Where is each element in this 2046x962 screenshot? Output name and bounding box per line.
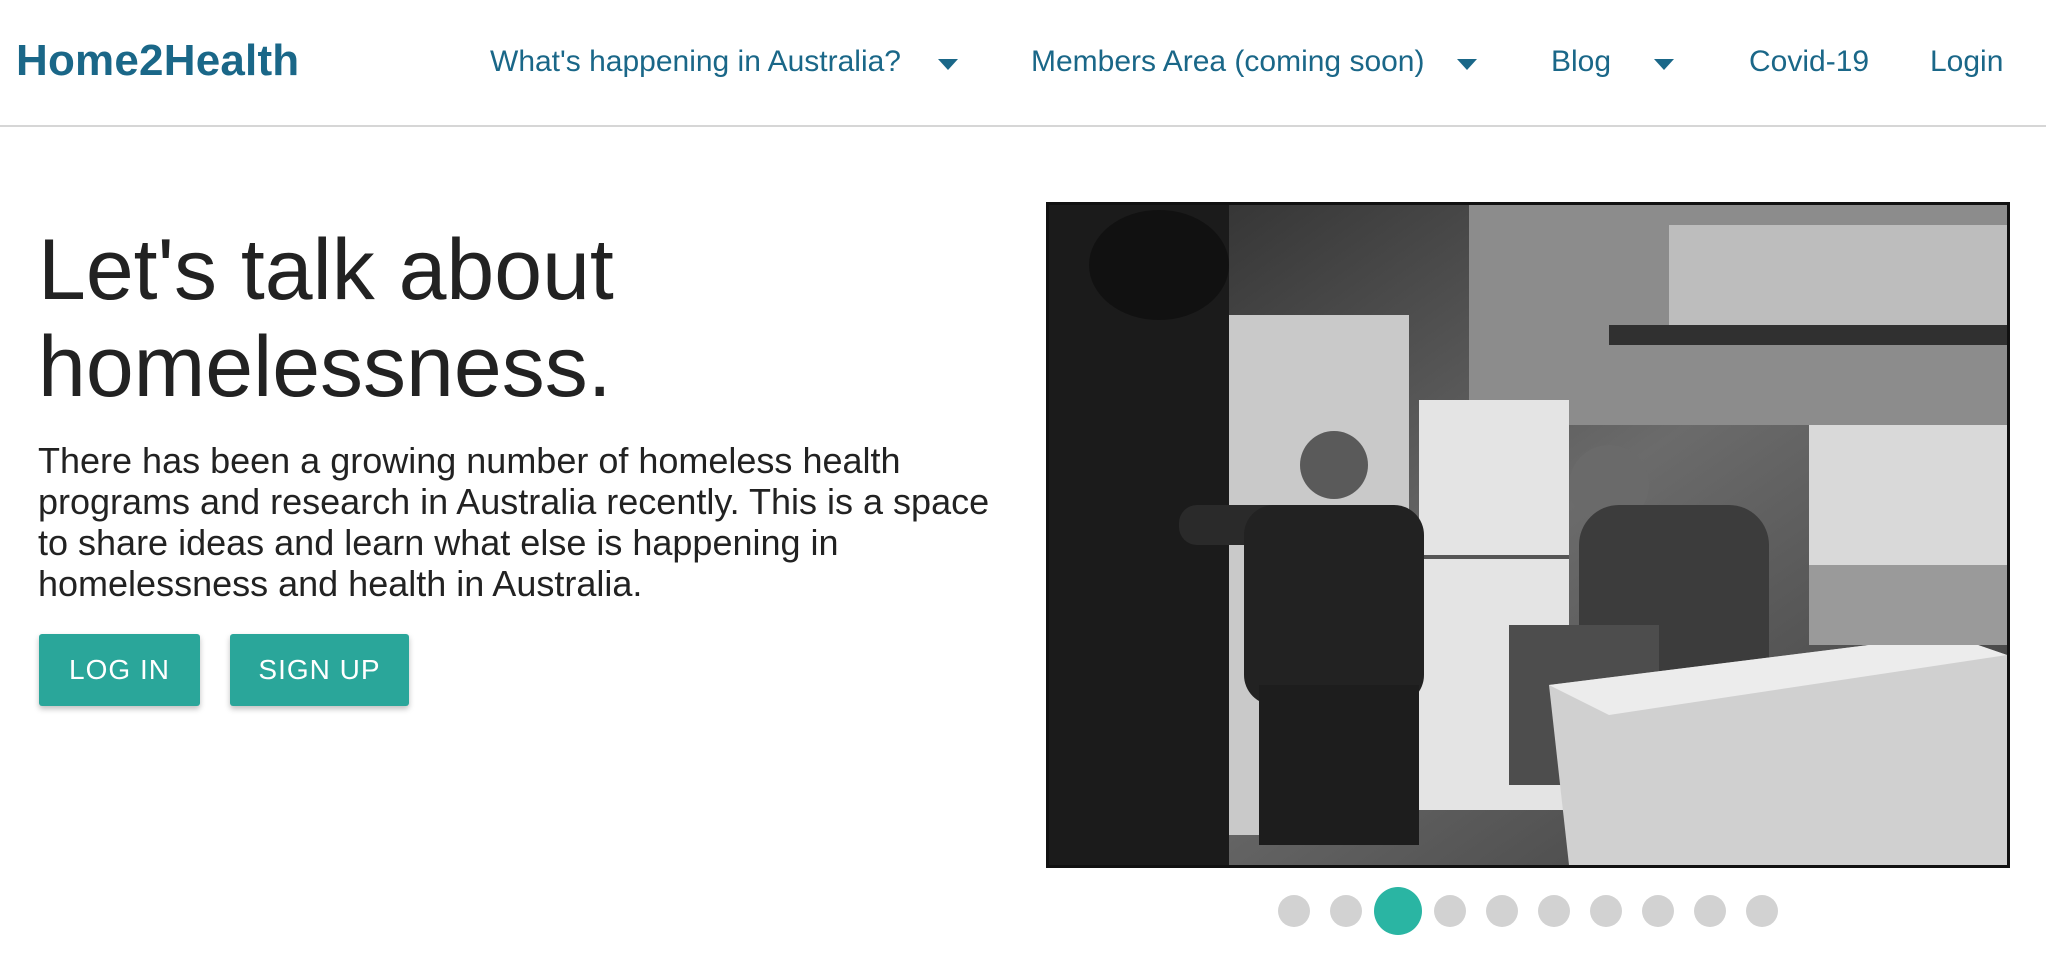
- carousel-dot-4[interactable]: [1434, 895, 1466, 927]
- sign-up-button[interactable]: SIGN UP: [230, 634, 409, 706]
- carousel-dot-5[interactable]: [1486, 895, 1518, 927]
- site-logo[interactable]: Home2Health: [16, 36, 299, 86]
- carousel-image: [1046, 202, 2010, 868]
- nav-blog[interactable]: Blog: [1551, 45, 1611, 79]
- site-header: Home2Health What's happening in Australi…: [0, 0, 2046, 127]
- nav-login[interactable]: Login: [1930, 45, 2003, 79]
- hero-description: There has been a growing number of homel…: [38, 440, 990, 604]
- carousel-dot-2[interactable]: [1330, 895, 1362, 927]
- chevron-down-icon[interactable]: [1457, 59, 1477, 70]
- carousel-dot-10[interactable]: [1746, 895, 1778, 927]
- nav-members-area[interactable]: Members Area (coming soon): [1031, 45, 1425, 79]
- carousel-dot-9[interactable]: [1694, 895, 1726, 927]
- carousel-dot-8[interactable]: [1642, 895, 1674, 927]
- hero-title-line-2: homelessness.: [38, 319, 612, 415]
- hero-title-line-1: Let's talk about: [38, 222, 614, 318]
- chevron-down-icon[interactable]: [1654, 59, 1674, 70]
- chevron-down-icon[interactable]: [938, 59, 958, 70]
- nav-whats-happening[interactable]: What's happening in Australia?: [490, 45, 901, 79]
- carousel-dot-6[interactable]: [1538, 895, 1570, 927]
- carousel-dot-7[interactable]: [1590, 895, 1622, 927]
- carousel-dot-1[interactable]: [1278, 895, 1310, 927]
- kitchen-photo: [1049, 205, 2007, 865]
- log-in-button[interactable]: LOG IN: [39, 634, 200, 706]
- carousel-dot-3[interactable]: [1374, 887, 1422, 935]
- hero-title: Let's talk about homelessness.: [38, 222, 938, 416]
- nav-covid-19[interactable]: Covid-19: [1749, 45, 1869, 79]
